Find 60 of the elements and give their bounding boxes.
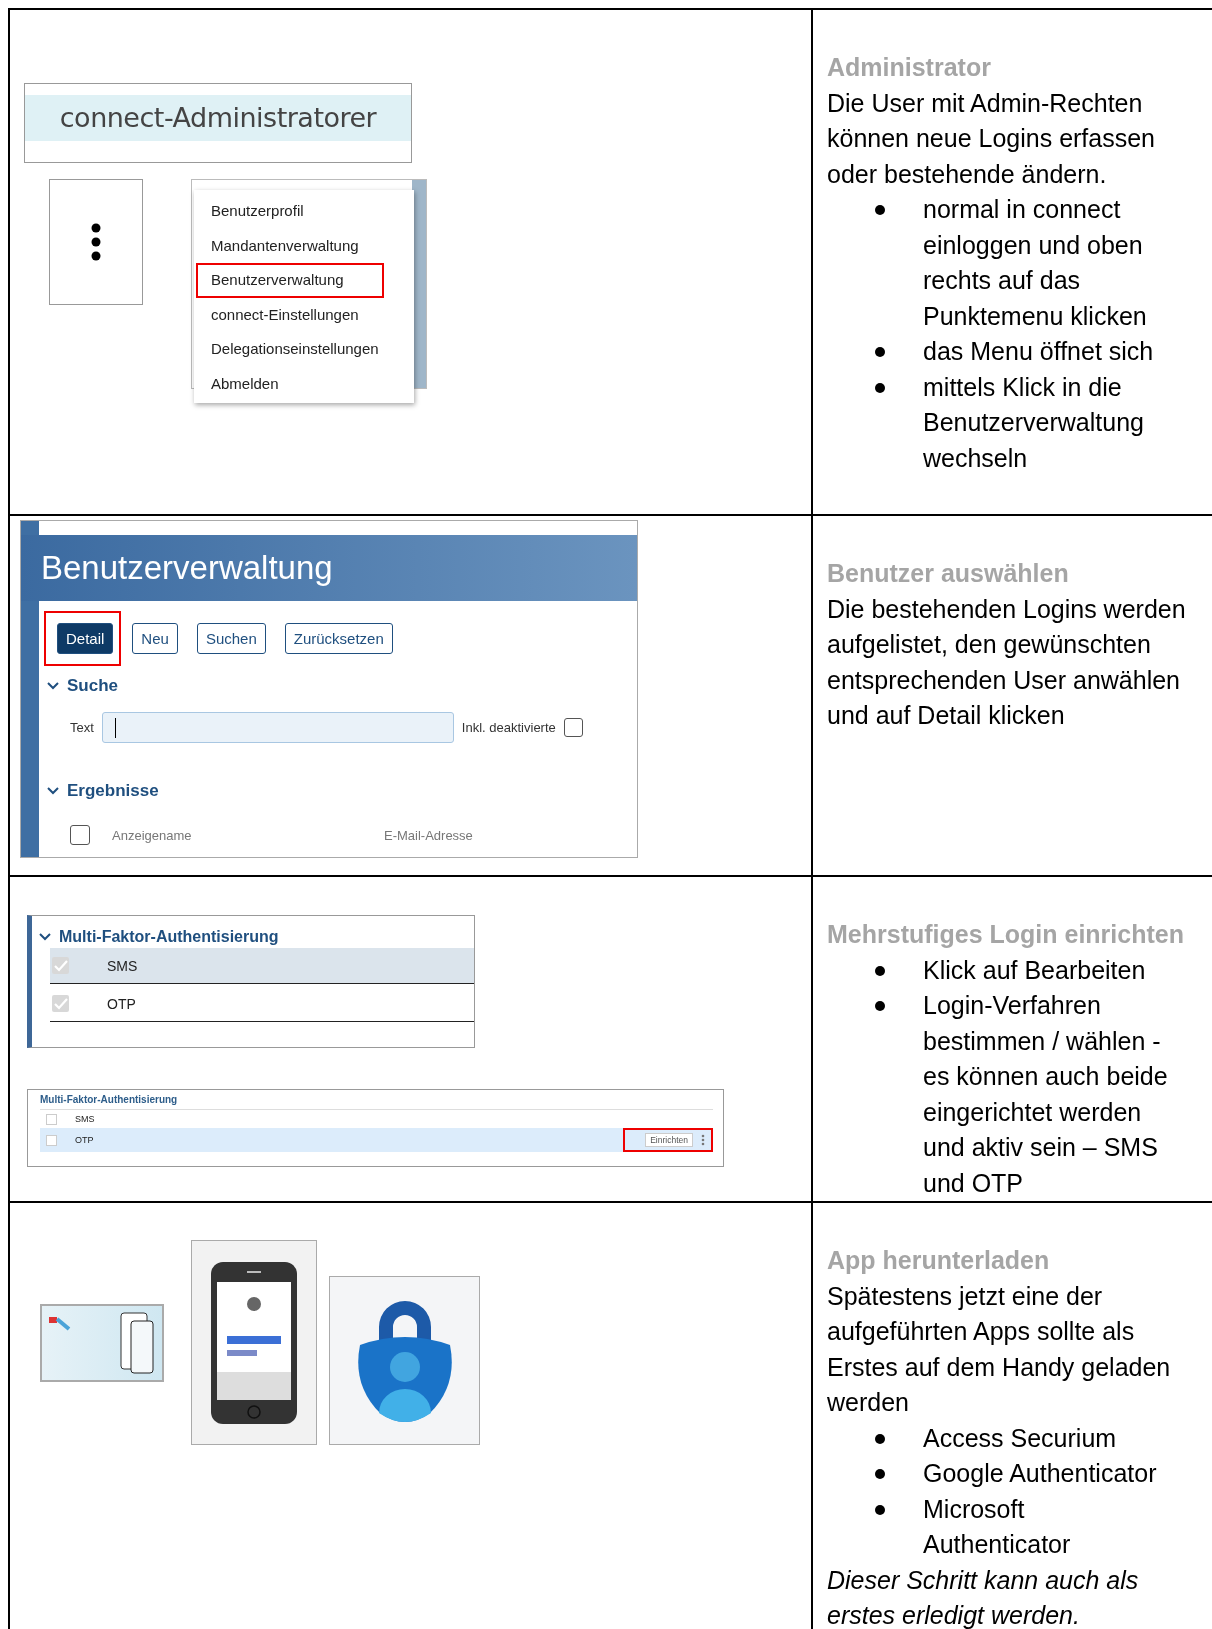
section-toggle[interactable]: Ergebnisse: [47, 781, 637, 801]
section-toggle[interactable]: Multi-Faktor-Authentisierung: [39, 928, 474, 946]
section-heading: App herunterladen: [827, 1245, 1051, 1276]
list-item: Access Securium: [923, 1422, 1118, 1454]
bullet-icon: [875, 965, 885, 976]
bullet-icon: [875, 205, 885, 215]
list-item: Microsoft Authenticator: [923, 1493, 1072, 1560]
section-heading: Administrator: [827, 52, 992, 83]
bullet-icon: [875, 1001, 885, 1011]
option-row[interactable]: OTP: [50, 986, 474, 1022]
checkbox[interactable]: [563, 718, 583, 737]
note-text: Dieser Schritt kann auch als erstes erledigt werden.: [827, 1564, 1140, 1629]
toolbar-button[interactable]: Zurücksetzen: [284, 623, 393, 654]
menu-item[interactable]: Delegationseinstellungen: [196, 332, 384, 367]
paragraph: Die bestehenden Logins werden aufgelistet, den gewünschten entsprechenden User anwählen und auf Detail klicken: [827, 593, 1187, 731]
section-heading: Benutzer auswählen: [827, 558, 1070, 589]
column-header: Anzeigename: [112, 827, 193, 843]
list-item: Google Authenticator: [923, 1458, 1158, 1489]
field-label: Text: [70, 720, 94, 735]
toolbar-button[interactable]: Detail: [57, 623, 114, 654]
column-header: connect-Administratorer: [25, 95, 411, 141]
list-item: mittels Klick in die Benutzerverwaltung wechseln: [923, 371, 1145, 474]
option-label: OTP: [75, 1135, 95, 1145]
option-row[interactable]: OTP Einrichten: [40, 1128, 713, 1152]
toolbar-button[interactable]: Suchen: [196, 623, 266, 654]
column-header: E-Mail-Adresse: [384, 827, 474, 843]
checkbox[interactable]: [70, 825, 90, 845]
bullet-icon: [875, 1469, 885, 1479]
more-vertical-icon: [90, 222, 102, 262]
bullet-icon: [875, 1433, 885, 1444]
menu-item[interactable]: Benutzerprofil: [196, 194, 384, 229]
option-row[interactable]: SMS: [50, 948, 474, 984]
paragraph: Spätestens jetzt eine der aufgeführten Apps sollte als Erstes auf dem Handy geladen werden: [827, 1280, 1172, 1418]
bullet-icon: [875, 382, 885, 393]
paragraph: Die User mit Admin-Rechten können neue Logins erfassen oder bestehende ändern.: [827, 87, 1157, 190]
menu-item[interactable]: Abmelden: [196, 366, 384, 401]
section-toggle[interactable]: Suche: [47, 676, 637, 696]
list-item: Klick auf Bearbeiten: [923, 954, 1147, 986]
checkbox-label: Inkl. deaktivierte: [461, 720, 556, 735]
option-label: OTP: [107, 995, 136, 1012]
option-row[interactable]: SMS: [40, 1110, 713, 1128]
menu-item[interactable]: connect-Einstellungen: [196, 297, 384, 332]
list-item: Login-Verfahren bestimmen / wählen - es können auch beide eingerichtet werden und aktiv sein – SMS und OTP: [923, 990, 1169, 1199]
menu-item[interactable]: Mandantenverwaltung: [196, 228, 384, 263]
bullet-icon: [875, 1504, 885, 1515]
menu-item[interactable]: Benutzerverwaltung: [196, 263, 384, 298]
more-vertical-icon[interactable]: [701, 1134, 705, 1146]
search-field[interactable]: [101, 712, 454, 743]
page-title: Benutzerverwaltung: [41, 549, 333, 587]
toolbar-button[interactable]: Neu: [132, 623, 178, 654]
option-label: SMS: [75, 1114, 96, 1124]
checkbox[interactable]: [52, 995, 69, 1012]
option-label: SMS: [107, 957, 138, 974]
list-item: das Menu öffnet sich: [923, 336, 1155, 367]
checkbox[interactable]: [52, 957, 69, 974]
kebab-menu-button[interactable]: [49, 179, 143, 305]
panel-title: Multi-Faktor-Authentisierung: [40, 1094, 713, 1110]
section-heading: Mehrstufiges Login einrichten: [827, 919, 1185, 950]
setup-button[interactable]: Einrichten: [645, 1133, 693, 1147]
bullet-icon: [875, 347, 885, 357]
